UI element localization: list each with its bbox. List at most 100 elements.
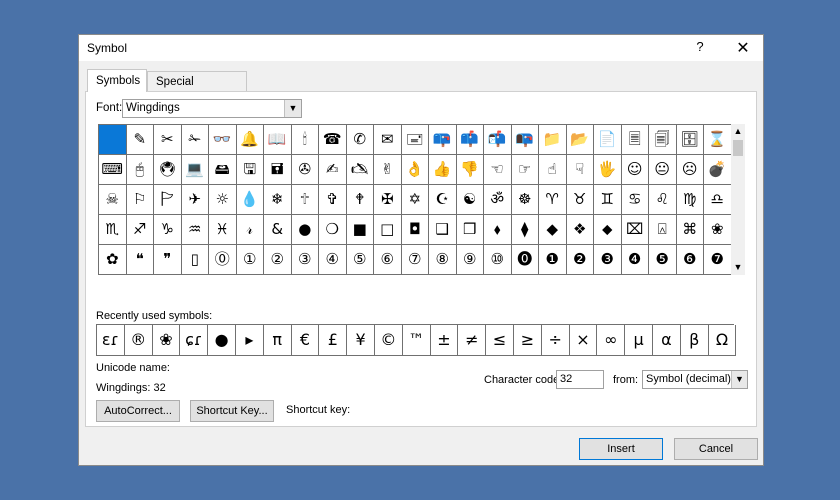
symbol-cell[interactable]: 💣 [704, 155, 732, 185]
symbol-cell[interactable]: 📖 [264, 125, 292, 155]
symbol-cell[interactable]: ☜ [484, 155, 512, 185]
symbol-cell[interactable]: □ [374, 215, 402, 245]
recent-symbol-cell[interactable]: ∞ [597, 325, 626, 356]
symbol-cell[interactable]: ❼ [704, 245, 732, 275]
symbol-cell[interactable]: ॐ [484, 185, 512, 215]
symbol-cell[interactable]: 📪 [429, 125, 457, 155]
symbol-cell[interactable]: ☝ [539, 155, 567, 185]
symbol-cell[interactable]: ▯ [181, 245, 209, 275]
from-select[interactable]: Symbol (decimal) ▼ [642, 370, 748, 389]
symbol-cell[interactable]: 💻 [181, 155, 209, 185]
symbol-cell[interactable]: ♋ [621, 185, 649, 215]
symbol-cell[interactable]: 🖬 [264, 155, 292, 185]
symbol-cell[interactable]: ❝ [126, 245, 154, 275]
symbol-cell[interactable]: ✈ [181, 185, 209, 215]
symbol-cell[interactable]: ✆ [346, 125, 374, 155]
symbol-cell[interactable]: ☪ [429, 185, 457, 215]
symbol-cell[interactable]: ✍ [319, 155, 347, 185]
symbol-cell[interactable]: 🖴 [209, 155, 237, 185]
grid-scrollbar[interactable]: ▲ ▼ [731, 124, 745, 275]
symbol-cell[interactable]: ❒ [456, 215, 484, 245]
symbol-cell[interactable]: ⌘ [676, 215, 704, 245]
symbol-cell[interactable]: ♒ [181, 215, 209, 245]
symbol-cell[interactable]: ✎ [126, 125, 154, 155]
symbol-cell[interactable]: ② [264, 245, 292, 275]
symbol-cell[interactable]: ☯ [456, 185, 484, 215]
symbol-cell[interactable]: ⑨ [456, 245, 484, 275]
symbol-cell[interactable]: ✡ [401, 185, 429, 215]
symbol-cell[interactable]: 👌 [401, 155, 429, 185]
tab-special-characters[interactable]: Special Characters [147, 71, 247, 108]
symbol-cell[interactable]: ❞ [154, 245, 182, 275]
symbol-cell[interactable]: ♎ [704, 185, 732, 215]
symbol-cell[interactable]: ☺ [621, 155, 649, 185]
symbol-cell[interactable]: ● [291, 215, 319, 245]
symbol-cell[interactable]: 🖰 [126, 155, 154, 185]
symbol-cell[interactable]: 🕯 [291, 125, 319, 155]
close-icon[interactable]: ✕ [731, 38, 755, 58]
symbol-cell[interactable]: 👍 [429, 155, 457, 185]
symbol-cell[interactable]: ④ [319, 245, 347, 275]
symbol-cell[interactable]: ❹ [621, 245, 649, 275]
symbol-cell[interactable]: ❺ [649, 245, 677, 275]
cancel-button[interactable]: Cancel [674, 438, 758, 460]
insert-button[interactable]: Insert [579, 438, 663, 460]
symbol-cell[interactable]: ♊ [594, 185, 622, 215]
symbol-cell[interactable]: ❍ [319, 215, 347, 245]
recent-symbol-cell[interactable]: β [680, 325, 709, 356]
symbol-cell[interactable]: ③ [291, 245, 319, 275]
symbol-cell[interactable]: ⬧ [484, 215, 512, 245]
symbol-cell[interactable]: ❄ [264, 185, 292, 215]
recent-symbol-cell[interactable]: µ [625, 325, 653, 356]
symbol-cell[interactable]: 🖃 [401, 125, 429, 155]
symbol-cell[interactable]: ☠ [99, 185, 127, 215]
symbol-cell[interactable]: ⍓ [649, 215, 677, 245]
symbol-cell[interactable]: ⑩ [484, 245, 512, 275]
symbol-cell[interactable]: 📫 [456, 125, 484, 155]
symbol-cell[interactable]: ♑ [154, 215, 182, 245]
symbol-cell[interactable]: ☎ [319, 125, 347, 155]
symbol-cell[interactable]: ☸ [511, 185, 539, 215]
symbol-cell[interactable]: 📂 [566, 125, 594, 155]
symbol-cell[interactable]: 📭 [511, 125, 539, 155]
recent-symbol-cell[interactable]: ≤ [486, 325, 514, 356]
symbol-cell[interactable]: ⑧ [429, 245, 457, 275]
symbol-cell[interactable]: 🖲 [154, 155, 182, 185]
symbol-cell[interactable]: ⬥ [594, 215, 622, 245]
symbol-cell[interactable]: ♏ [99, 215, 127, 245]
recent-symbol-cell[interactable]: € [291, 325, 320, 356]
symbol-cell[interactable]: 💧 [236, 185, 264, 215]
symbol-cell[interactable]: ♐ [126, 215, 154, 245]
symbol-cell[interactable]: ✁ [181, 125, 209, 155]
symbol-cell[interactable]: ❶ [539, 245, 567, 275]
symbol-cell[interactable]: ❑ [429, 215, 457, 245]
symbol-cell[interactable]: 🕆 [291, 185, 319, 215]
recent-symbol-cell[interactable]: ɕɾ [180, 325, 209, 356]
recent-symbol-cell[interactable]: ± [430, 325, 459, 356]
symbol-cell[interactable]: ⚐ [126, 185, 154, 215]
recent-symbol-cell[interactable]: ɛɾ [97, 325, 125, 356]
recent-symbol-cell[interactable]: ≥ [514, 325, 542, 356]
symbol-cell[interactable]: ❷ [566, 245, 594, 275]
symbol-cell[interactable]: ⑥ [374, 245, 402, 275]
recent-symbol-cell[interactable]: © [375, 325, 403, 356]
symbol-cell[interactable]: ♈ [539, 185, 567, 215]
symbol-cell[interactable]: ☞ [511, 155, 539, 185]
symbol-cell[interactable]: ◆ [539, 215, 567, 245]
scroll-down-icon[interactable]: ▼ [731, 260, 745, 274]
recent-symbol-cell[interactable]: £ [319, 325, 348, 356]
symbol-cell[interactable]: ✞ [319, 185, 347, 215]
autocorrect-button[interactable]: AutoCorrect... [96, 400, 180, 422]
symbol-cell[interactable]: ♓ [209, 215, 237, 245]
symbol-cell[interactable]: ◘ [401, 215, 429, 245]
chevron-down-icon[interactable]: ▼ [284, 100, 301, 117]
symbol-cell[interactable]: ⓪ [209, 245, 237, 275]
recent-symbol-cell[interactable]: π [263, 325, 292, 356]
symbol-cell[interactable]: ❀ [704, 215, 732, 245]
character-code-input[interactable]: 32 [556, 370, 604, 389]
scroll-up-icon[interactable]: ▲ [731, 124, 745, 138]
symbol-cell[interactable]: 🗐 [649, 125, 677, 155]
symbol-cell[interactable]: 📄 [594, 125, 622, 155]
symbol-cell[interactable]: ❖ [566, 215, 594, 245]
symbol-cell[interactable]: 😐 [649, 155, 677, 185]
